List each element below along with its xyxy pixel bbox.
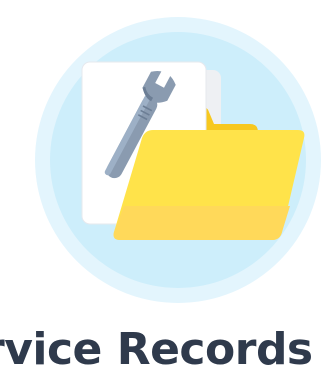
service-records-card: rvice Records I <box>0 0 324 385</box>
caption: rvice Records I <box>0 318 324 385</box>
service-records-illustration <box>35 17 321 303</box>
page-title: rvice Records I <box>0 324 324 375</box>
folder-icon <box>113 130 305 240</box>
